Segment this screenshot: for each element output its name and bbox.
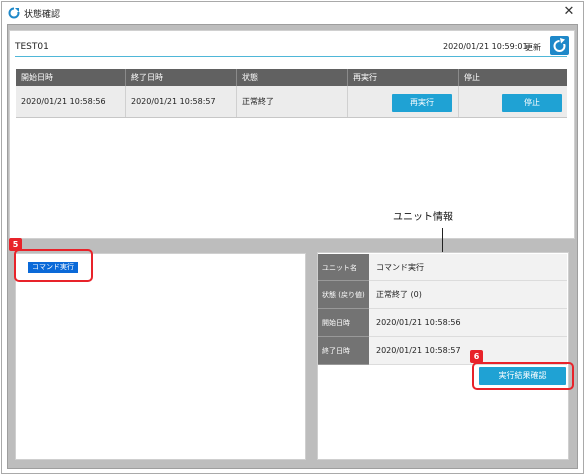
- info-row-status: 状態 (戻り値) 正常終了 (0): [318, 281, 567, 309]
- history-table-header: 開始日時 終了日時 状態 再実行 停止: [16, 69, 567, 86]
- cell-rerun: 再実行: [348, 86, 459, 117]
- close-icon: ✕: [563, 4, 575, 19]
- header-end-time: 終了日時: [126, 69, 237, 86]
- info-row-end-time: 終了日時 2020/01/21 10:58:57: [318, 337, 567, 365]
- info-row-unit-name: ユニット名 コマンド実行: [318, 254, 567, 281]
- header-rerun: 再実行: [348, 69, 459, 86]
- refresh-icon: [553, 38, 566, 52]
- unit-info-table: ユニット名 コマンド実行 状態 (戻り値) 正常終了 (0) 開始日時 2020…: [318, 254, 567, 365]
- info-label: 開始日時: [318, 309, 369, 337]
- title-divider: [15, 56, 567, 57]
- cell-start-time: 2020/01/21 10:58:56: [16, 86, 126, 117]
- window-title: 状態確認: [24, 10, 61, 20]
- callout-box-5: [14, 249, 93, 282]
- close-button[interactable]: ✕: [561, 4, 577, 20]
- info-value: 2020/01/21 10:58:56: [369, 309, 567, 337]
- refresh-label: 更新: [525, 43, 541, 52]
- cell-status: 正常終了: [237, 86, 348, 117]
- info-label: ユニット名: [318, 254, 369, 281]
- header-start-time: 開始日時: [16, 69, 126, 86]
- job-name: TEST01: [15, 42, 49, 52]
- info-label: 状態 (戻り値): [318, 281, 369, 309]
- title-bar: [2, 2, 583, 24]
- cell-end-time: 2020/01/21 10:58:57: [126, 86, 237, 117]
- table-row[interactable]: 2020/01/21 10:58:56 2020/01/21 10:58:57 …: [16, 86, 567, 118]
- cell-stop: 停止: [459, 86, 567, 117]
- last-updated-timestamp: 2020/01/21 10:59:01: [443, 42, 528, 51]
- info-value: 2020/01/21 10:58:57: [369, 337, 567, 365]
- table-empty-area: [16, 119, 567, 229]
- refresh-button[interactable]: [550, 36, 569, 55]
- view-result-button[interactable]: 実行結果確認: [479, 367, 566, 385]
- stop-button[interactable]: 停止: [502, 94, 562, 112]
- info-row-start-time: 開始日時 2020/01/21 10:58:56: [318, 309, 567, 337]
- callout-badge-6: 6: [470, 350, 483, 363]
- header-status: 状態: [237, 69, 348, 86]
- header-stop: 停止: [464, 73, 480, 82]
- annotation-unit-info: ユニット情報: [393, 212, 453, 223]
- rerun-button[interactable]: 再実行: [392, 94, 452, 112]
- info-label: 終了日時: [318, 337, 369, 365]
- app-icon: [8, 7, 20, 19]
- info-value: コマンド実行: [369, 254, 567, 281]
- unit-list-panel: [15, 253, 306, 460]
- info-value: 正常終了 (0): [369, 281, 567, 309]
- callout-badge-5: 5: [9, 238, 22, 251]
